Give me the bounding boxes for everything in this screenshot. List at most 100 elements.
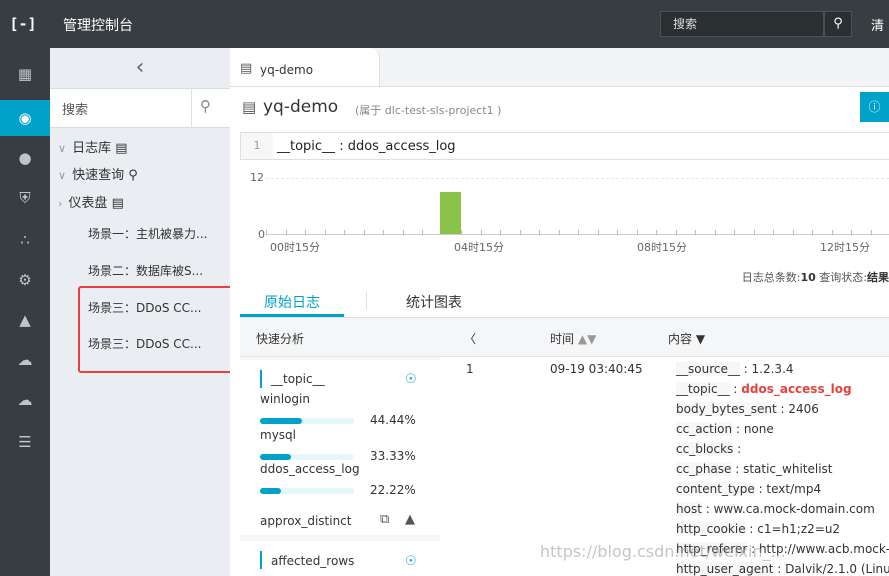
query-editor[interactable]: 1 __topic__ : ddos_access_log	[240, 132, 889, 160]
field-card: __topic__ ☉ winlogin 44.44% mysql 33.33%…	[240, 360, 440, 535]
globe-icon[interactable]: ●	[0, 140, 50, 176]
log-field[interactable]: cc_phase : static_whitelist	[676, 462, 833, 476]
sidebar-search[interactable]: 搜索 ⚲	[50, 89, 230, 128]
cloud-icon[interactable]: ☁	[0, 342, 50, 378]
count-label: 日志总条数:	[741, 271, 801, 284]
log-field[interactable]: cc_action : none	[676, 422, 774, 436]
value-percent: 44.44%	[370, 413, 416, 427]
log-field[interactable]: content_type : text/mp4	[676, 482, 821, 496]
query-text[interactable]: __topic__ : ddos_access_log	[277, 139, 456, 154]
log-field-key[interactable]: __topic__	[676, 382, 730, 396]
log-field-key[interactable]: content_type	[676, 482, 755, 496]
log-field-value[interactable]: text/mp4	[766, 482, 821, 496]
log-field[interactable]: __source__ : 1.2.3.4	[676, 362, 794, 376]
x-tick	[773, 230, 774, 235]
log-field-key[interactable]: cc_action	[676, 422, 733, 436]
field-card: affected_rows ☉	[240, 541, 440, 576]
log-field-value[interactable]: c1=h1;z2=u2	[757, 522, 840, 536]
search-icon[interactable]: ⚲	[824, 11, 852, 37]
search-icon[interactable]: ⚲	[200, 97, 211, 115]
tree-item-quick-query[interactable]: ∨ 快速查询 ⚲	[58, 164, 138, 183]
log-field-key[interactable]: host	[676, 502, 702, 516]
divider	[191, 89, 192, 127]
cloud-upload-icon[interactable]: ☁	[0, 382, 50, 418]
field-name[interactable]: __topic__	[271, 372, 325, 386]
x-tick	[519, 230, 521, 235]
x-tick	[636, 230, 638, 235]
x-tick	[714, 230, 716, 235]
log-field-key[interactable]: cc_phase	[676, 462, 732, 476]
logstore-icon: ▤	[240, 61, 253, 76]
log-field-key[interactable]: body_bytes_sent	[676, 402, 777, 416]
rocket-icon[interactable]: ▲	[0, 302, 50, 338]
log-histogram[interactable]: 12 0 00时15分 04时15分 08时15分 12时15分	[230, 166, 889, 266]
top-more-text[interactable]: 清	[871, 15, 884, 34]
histogram-bar[interactable]	[440, 192, 461, 234]
time-header-label: 时间	[550, 332, 575, 346]
cluster-icon[interactable]: ∴	[0, 222, 50, 258]
field-name[interactable]: affected_rows	[271, 554, 354, 568]
log-field[interactable]: cc_blocks :	[676, 442, 741, 456]
value-label[interactable]: winlogin	[260, 392, 310, 406]
log-field-value[interactable]: static_whitelist	[743, 462, 832, 476]
x-tick	[461, 230, 462, 235]
log-service-icon[interactable]: ◉	[0, 100, 50, 136]
value-bar	[260, 454, 354, 460]
content-column-header[interactable]: 内容 ▼	[668, 330, 705, 347]
chevron-right-icon: ›	[58, 197, 63, 210]
top-search-input[interactable]: 搜索	[660, 11, 824, 37]
console-title[interactable]: 管理控制台	[63, 15, 133, 35]
tree-item-label: 快速查询	[72, 168, 125, 183]
log-field[interactable]: __topic__ : ddos_access_log	[676, 382, 852, 396]
log-field-value[interactable]: 1.2.3.4	[752, 362, 794, 376]
log-field-key[interactable]: http_cookie	[676, 522, 746, 536]
value-label[interactable]: mysql	[260, 428, 296, 442]
log-field[interactable]: http_cookie : c1=h1;z2=u2	[676, 522, 840, 536]
chevron-down-icon[interactable]: ▼	[696, 332, 705, 346]
open-chart-icon[interactable]: ⧉	[380, 512, 389, 527]
result-tabs: 原始日志 统计图表	[240, 286, 889, 318]
dashboard-item[interactable]: 场景二：数据库被S...	[88, 262, 203, 279]
log-field-value[interactable]: none	[744, 422, 774, 436]
tab-raw-logs[interactable]: 原始日志	[264, 292, 320, 312]
prev-page-button[interactable]: 〈	[464, 330, 476, 347]
eye-icon[interactable]: ☉	[405, 554, 417, 569]
x-tick	[870, 230, 872, 235]
log-field[interactable]: http_user_agent : Dalvik/2.1.0 (Linux;	[676, 562, 889, 576]
x-tick-label: 12时15分	[820, 241, 870, 254]
help-button[interactable]: ⓘ	[860, 92, 889, 122]
collapse-up-icon[interactable]: ▲	[405, 512, 415, 527]
log-field-key[interactable]: http_user_agent	[676, 562, 774, 576]
value-percent: 22.22%	[370, 483, 416, 497]
sort-icon[interactable]: ▲▼	[578, 332, 596, 346]
log-field-value[interactable]: ddos_access_log	[741, 382, 851, 396]
shield-icon[interactable]: ⛨	[0, 180, 50, 216]
dashboard-item[interactable]: 场景一：主机被暴力...	[88, 225, 207, 242]
x-tick	[402, 230, 404, 235]
tab-chart[interactable]: 统计图表	[406, 292, 462, 312]
line-number: 1	[241, 133, 273, 159]
gear-icon[interactable]: ⚙	[0, 262, 50, 298]
approx-distinct-link[interactable]: approx_distinct	[260, 514, 351, 528]
sidebar-search-input[interactable]: 搜索	[62, 99, 88, 118]
log-field-value[interactable]: www.ca.mock-domain.com	[714, 502, 875, 516]
log-field-value[interactable]: 2406	[788, 402, 819, 416]
log-field-key[interactable]: __source__	[676, 362, 740, 376]
log-field-value[interactable]: Dalvik/2.1.0 (Linux;	[785, 562, 889, 576]
x-tick	[831, 230, 833, 235]
storage-icon[interactable]: ☰	[0, 424, 50, 460]
tree-item-dashboard[interactable]: › 仪表盘 ▤	[58, 192, 124, 211]
aliyun-logo[interactable]: [-]	[8, 12, 38, 36]
time-column-header[interactable]: 时间 ▲▼	[550, 330, 596, 347]
grid-icon[interactable]: ▦	[0, 56, 50, 92]
logstore-icon: ▤	[242, 98, 257, 116]
highlight-box	[78, 286, 248, 373]
tree-item-logstore[interactable]: ∨ 日志库 ▤	[58, 137, 128, 156]
log-field-key[interactable]: cc_blocks	[676, 442, 734, 456]
log-field[interactable]: body_bytes_sent : 2406	[676, 402, 819, 416]
tab-yq-demo[interactable]: ▤ yq-demo	[230, 48, 380, 87]
log-field[interactable]: host : www.ca.mock-domain.com	[676, 502, 875, 516]
collapse-sidebar-button[interactable]: ‹	[50, 48, 230, 89]
value-label[interactable]: ddos_access_log	[260, 462, 360, 476]
eye-icon[interactable]: ☉	[405, 372, 417, 387]
